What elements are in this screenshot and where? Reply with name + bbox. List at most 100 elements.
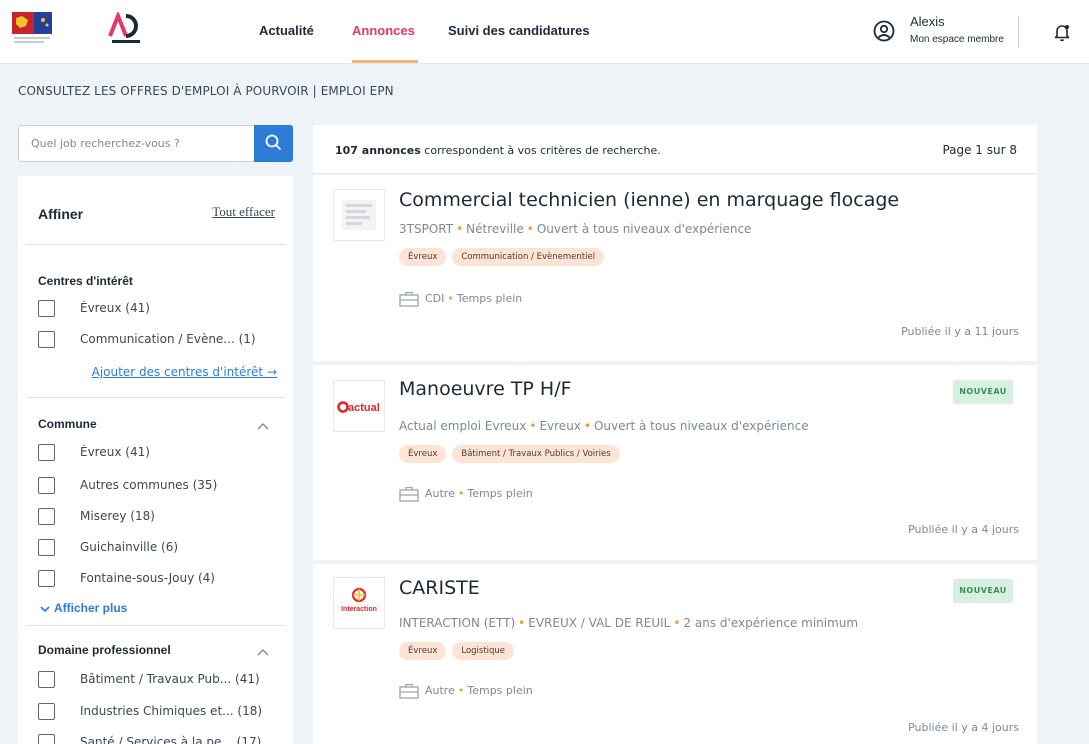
interaction-logo-text: Interaction — [341, 606, 377, 613]
header-divider — [1018, 16, 1019, 48]
checkbox[interactable] — [38, 703, 55, 720]
filter-option[interactable]: Santé / Services à la pe... (17) — [38, 733, 278, 744]
filter-option-label: Industries Chimiques et... (18) — [80, 704, 263, 718]
chevron-down-icon — [40, 606, 50, 612]
work-time: Temps plein — [467, 487, 533, 500]
filter-option-label: Évreux (41) — [80, 301, 150, 315]
actual-logo-text: actual — [348, 402, 380, 414]
divider — [26, 625, 285, 626]
job-tag: Évreux — [399, 642, 447, 660]
job-meta: Actual emploi Evreux • Evreux • Ouvert à tou… — [399, 419, 809, 433]
company-name: 3TSPORT — [399, 222, 454, 236]
job-meta: INTERACTION (ETT) • EVREUX / VAL DE REUIL •… — [399, 616, 859, 630]
company-logo — [333, 189, 385, 241]
company-logo: Interaction — [333, 577, 385, 629]
filter-option[interactable]: Guichainville (6) — [38, 538, 278, 558]
filter-sidebar: Affiner Tout effacer Centres d'intérêt É… — [18, 176, 293, 744]
job-tag: Communication / Evènementiel — [452, 248, 605, 266]
new-badge: NOUVEAU — [953, 579, 1013, 603]
checkbox[interactable] — [38, 300, 55, 317]
chevron-up-icon[interactable] — [257, 648, 269, 656]
show-more-link[interactable]: Afficher plus — [40, 601, 127, 615]
domain-section-title: Domaine professionnel — [38, 643, 171, 657]
results-count: 107 annonces correspondent à vos critère… — [335, 144, 661, 157]
checkbox[interactable] — [38, 331, 55, 348]
nav-suivi-candidatures[interactable]: Suivi des candidatures — [448, 23, 590, 38]
contract-info: Autre • Temps plein — [399, 680, 533, 699]
filter-option-label: Autres communes (35) — [80, 478, 218, 492]
checkbox[interactable] — [38, 539, 55, 556]
notification-bell-icon[interactable] — [1052, 22, 1072, 42]
region-normandie-logo[interactable] — [12, 12, 64, 48]
briefcase-icon — [399, 486, 419, 502]
job-tags: Évreux Communication / Evènementiel — [399, 248, 610, 268]
new-badge: NOUVEAU — [953, 380, 1013, 404]
nav-annonces[interactable]: Annonces — [352, 23, 415, 38]
job-card[interactable]: Interaction CARISTE NOUVEAU INTERACTION … — [313, 564, 1037, 744]
job-search-input[interactable] — [19, 126, 255, 161]
job-tag: Évreux — [399, 445, 447, 463]
briefcase-icon — [399, 683, 419, 699]
contract-info: Autre • Temps plein — [399, 483, 533, 502]
job-tag: Logistique — [452, 642, 515, 660]
job-meta: 3TSPORT • Nétreville • Ouvert à tous niveaux… — [399, 222, 752, 236]
job-tags: Évreux Logistique — [399, 642, 520, 662]
job-title[interactable]: Manoeuvre TP H/F — [399, 378, 572, 400]
chevron-up-icon[interactable] — [257, 422, 269, 430]
company-name: INTERACTION (ETT) — [399, 616, 516, 630]
user-space-label: Mon espace membre — [910, 34, 1004, 45]
filter-option[interactable]: Autres communes (35) — [38, 476, 278, 496]
work-time: Temps plein — [456, 292, 523, 305]
results-panel: 107 annonces correspondent à vos critère… — [313, 125, 1037, 744]
interests-section-title: Centres d'intérêt — [38, 274, 133, 288]
job-location: Evreux — [539, 419, 581, 433]
published-date: Publiée il y a 4 jours — [908, 721, 1019, 734]
clear-all-filters-link[interactable]: Tout effacer — [212, 204, 275, 220]
filter-option[interactable]: Évreux (41) — [38, 299, 278, 319]
filter-option[interactable]: Évreux (41) — [38, 443, 278, 463]
search-button[interactable] — [254, 125, 293, 162]
job-title[interactable]: Commercial technicien (ienne) en marquag… — [399, 189, 899, 211]
checkbox[interactable] — [38, 570, 55, 587]
checkbox[interactable] — [38, 671, 55, 688]
filter-option-label: Santé / Services à la pe... (17) — [80, 735, 262, 744]
job-search-box — [18, 125, 293, 162]
user-circle-icon — [873, 20, 895, 42]
page-indicator: Page 1 sur 8 — [942, 143, 1017, 157]
show-more-label: Afficher plus — [54, 601, 128, 615]
filter-option-label: Miserey (18) — [80, 509, 155, 523]
filter-option[interactable]: Fontaine-sous-Jouy (4) — [38, 569, 278, 589]
filter-option-label: Fontaine-sous-Jouy (4) — [80, 571, 215, 585]
job-location: EVREUX / VAL DE REUIL — [528, 616, 671, 630]
job-location: Nétreville — [466, 222, 524, 236]
job-tags: Évreux Bâtiment / Travaux Publics / Voiri… — [399, 445, 626, 465]
checkbox[interactable] — [38, 508, 55, 525]
ad-normandie-logo[interactable] — [104, 10, 148, 48]
nav-actualite[interactable]: Actualité — [259, 23, 314, 38]
top-header: Actualité Annonces Suivi des candidature… — [0, 0, 1089, 64]
checkbox[interactable] — [38, 734, 55, 744]
checkbox[interactable] — [38, 477, 55, 494]
divider — [26, 244, 285, 245]
page-title: CONSULTEZ LES OFFRES D'EMPLOI À POURVOIR… — [18, 84, 394, 98]
job-title[interactable]: CARISTE — [399, 577, 480, 599]
search-icon — [265, 134, 281, 150]
job-card[interactable]: Commercial technicien (ienne) en marquag… — [313, 175, 1037, 361]
filter-option[interactable]: Communication / Evène... (1) — [38, 330, 278, 350]
job-card[interactable]: actual Manoeuvre TP H/F NOUVEAU Actual e… — [313, 365, 1037, 560]
company-logo: actual — [333, 380, 385, 432]
work-time: Temps plein — [467, 684, 533, 697]
add-interests-link[interactable]: Ajouter des centres d'intérêt → — [92, 365, 277, 379]
published-date: Publiée il y a 11 jours — [901, 325, 1019, 338]
filter-option[interactable]: Industries Chimiques et... (18) — [38, 702, 278, 722]
filter-option[interactable]: Bâtiment / Travaux Pub... (41) — [38, 670, 278, 690]
contract-type: CDI — [425, 292, 445, 305]
company-name: Actual emploi Evreux — [399, 419, 527, 433]
contract-type: Autre — [425, 487, 455, 500]
user-name: Alexis — [910, 14, 945, 29]
checkbox[interactable] — [38, 444, 55, 461]
filter-option-label: Guichainville (6) — [80, 540, 179, 554]
filter-option[interactable]: Miserey (18) — [38, 507, 278, 527]
contract-type: Autre — [425, 684, 455, 697]
results-header: 107 annonces correspondent à vos critère… — [313, 125, 1037, 174]
